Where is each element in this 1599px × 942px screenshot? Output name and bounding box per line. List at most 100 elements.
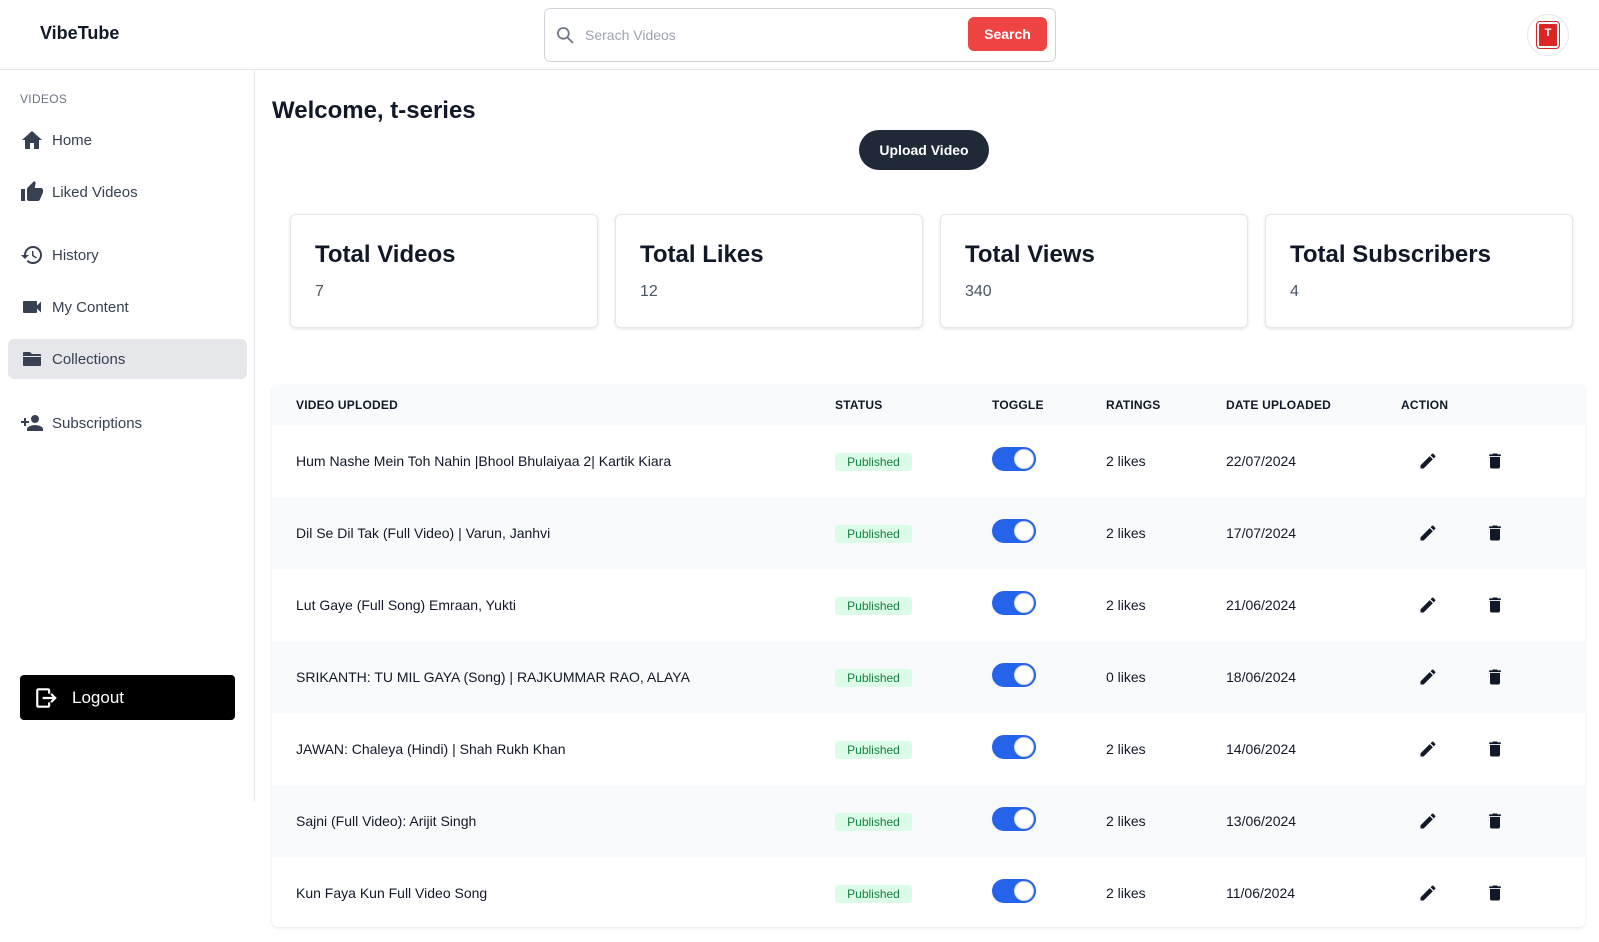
toggle-knob (1014, 881, 1034, 901)
date-uploaded: 11/06/2024 (1226, 885, 1296, 901)
video-title[interactable]: Lut Gaye (Full Song) Emraan, Yukti (296, 597, 516, 613)
video-title[interactable]: Dil Se Dil Tak (Full Video) | Varun, Jan… (296, 525, 550, 541)
search-icon (557, 27, 574, 44)
publish-toggle[interactable] (992, 663, 1036, 687)
delete-icon[interactable] (1485, 595, 1505, 615)
avatar[interactable]: T (1527, 14, 1569, 56)
publish-toggle[interactable] (992, 807, 1036, 831)
sidebar-item-label: My Content (52, 298, 129, 316)
delete-icon[interactable] (1485, 667, 1505, 687)
stat-value: 12 (640, 283, 658, 300)
sidebar-item-subscriptions[interactable]: Subscriptions (8, 403, 247, 443)
delete-icon[interactable] (1485, 451, 1505, 471)
stat-card-total-subscribers: Total Subscribers 4 (1265, 214, 1573, 328)
status-badge: Published (835, 813, 912, 831)
publish-toggle[interactable] (992, 735, 1036, 759)
stat-value: 7 (315, 283, 324, 300)
ratings-value: 0 likes (1106, 669, 1146, 685)
header-status: STATUS (835, 398, 883, 412)
history-icon (21, 246, 42, 264)
table-row: Kun Faya Kun Full Video Song Published 2 l… (272, 857, 1585, 927)
video-title[interactable]: SRIKANTH: TU MIL GAYA (Song) | RAJKUMMAR… (296, 669, 690, 685)
toggle-knob (1014, 449, 1034, 469)
logout-label: Logout (72, 687, 124, 707)
status-badge: Published (835, 669, 912, 687)
add-user-icon (21, 415, 43, 431)
search-bar: Search (544, 8, 1056, 62)
video-title[interactable]: JAWAN: Chaleya (Hindi) | Shah Rukh Khan (296, 741, 566, 757)
video-camera-icon (23, 301, 41, 313)
video-title[interactable]: Hum Nashe Mein Toh Nahin |Bhool Bhulaiya… (296, 453, 671, 469)
table-row: Lut Gaye (Full Song) Emraan, Yukti Publis… (272, 569, 1585, 641)
header-video: VIDEO UPLODED (296, 398, 398, 412)
ratings-value: 2 likes (1106, 453, 1146, 469)
search-input[interactable] (585, 23, 945, 47)
sidebar-item-label: Collections (52, 350, 126, 368)
stat-label: Total Subscribers (1290, 241, 1491, 268)
sidebar-item-history[interactable]: History (8, 235, 247, 275)
logout-icon (36, 687, 57, 708)
delete-icon[interactable] (1485, 739, 1505, 759)
stat-label: Total Views (965, 241, 1095, 268)
toggle-knob (1014, 593, 1034, 613)
sidebar-item-label: Home (52, 131, 93, 149)
videos-table: VIDEO UPLODED STATUS TOGGLE RATINGS DATE… (272, 385, 1585, 927)
stat-card-total-likes: Total Likes 12 (615, 214, 923, 328)
date-uploaded: 17/07/2024 (1226, 525, 1297, 541)
date-uploaded: 18/06/2024 (1226, 669, 1297, 685)
stat-label: Total Likes (640, 241, 764, 268)
header-toggle: TOGGLE (992, 398, 1044, 412)
ratings-value: 2 likes (1106, 597, 1146, 613)
header-ratings: RATINGS (1106, 398, 1161, 412)
date-uploaded: 22/07/2024 (1226, 453, 1297, 469)
sidebar-item-label: History (52, 246, 99, 264)
search-button[interactable]: Search (968, 17, 1047, 51)
table-row: Hum Nashe Mein Toh Nahin |Bhool Bhulaiya… (272, 425, 1585, 497)
date-uploaded: 21/06/2024 (1226, 597, 1297, 613)
delete-icon[interactable] (1485, 883, 1505, 903)
brand-logo[interactable]: VibeTube (40, 23, 119, 44)
edit-icon[interactable] (1418, 811, 1438, 831)
home-icon (22, 131, 42, 149)
edit-icon[interactable] (1418, 451, 1438, 471)
toggle-knob (1014, 665, 1034, 685)
edit-icon[interactable] (1418, 595, 1438, 615)
date-uploaded: 13/06/2024 (1226, 813, 1297, 829)
sidebar-item-my-content[interactable]: My Content (8, 287, 247, 327)
ratings-value: 2 likes (1106, 525, 1146, 541)
date-uploaded: 14/06/2024 (1226, 741, 1297, 757)
edit-icon[interactable] (1418, 523, 1438, 543)
table-row: Dil Se Dil Tak (Full Video) | Varun, Jan… (272, 497, 1585, 569)
sidebar-item-liked-videos[interactable]: Liked Videos (8, 172, 247, 212)
sidebar-item-collections[interactable]: Collections (8, 339, 247, 379)
edit-icon[interactable] (1418, 667, 1438, 687)
sidebar-item-label: Subscriptions (52, 414, 143, 432)
stat-card-total-views: Total Views 340 (940, 214, 1248, 328)
publish-toggle[interactable] (992, 591, 1036, 615)
sidebar-item-home[interactable]: Home (8, 120, 247, 160)
status-badge: Published (835, 597, 912, 615)
header-action: ACTION (1401, 398, 1449, 412)
stat-value: 4 (1290, 283, 1299, 300)
edit-icon[interactable] (1418, 883, 1438, 903)
table-header: VIDEO UPLODED STATUS TOGGLE RATINGS DATE… (272, 385, 1585, 425)
table-row: JAWAN: Chaleya (Hindi) | Shah Rukh Khan P… (272, 713, 1585, 785)
stat-value: 340 (965, 283, 992, 300)
upload-video-button[interactable]: Upload Video (859, 130, 989, 170)
delete-icon[interactable] (1485, 811, 1505, 831)
page-title: Welcome, t-series (272, 97, 476, 124)
publish-toggle[interactable] (992, 447, 1036, 471)
stat-card-total-videos: Total Videos 7 (290, 214, 598, 328)
status-badge: Published (835, 885, 912, 903)
video-title[interactable]: Sajni (Full Video): Arijit Singh (296, 813, 476, 829)
toggle-knob (1014, 809, 1034, 829)
edit-icon[interactable] (1418, 739, 1438, 759)
publish-toggle[interactable] (992, 879, 1036, 903)
delete-icon[interactable] (1485, 523, 1505, 543)
ratings-value: 2 likes (1106, 813, 1146, 829)
logout-button[interactable]: Logout (20, 675, 235, 720)
avatar-logo: T (1536, 21, 1560, 49)
video-title[interactable]: Kun Faya Kun Full Video Song (296, 885, 487, 901)
sidebar-item-label: Liked Videos (52, 183, 138, 201)
publish-toggle[interactable] (992, 519, 1036, 543)
